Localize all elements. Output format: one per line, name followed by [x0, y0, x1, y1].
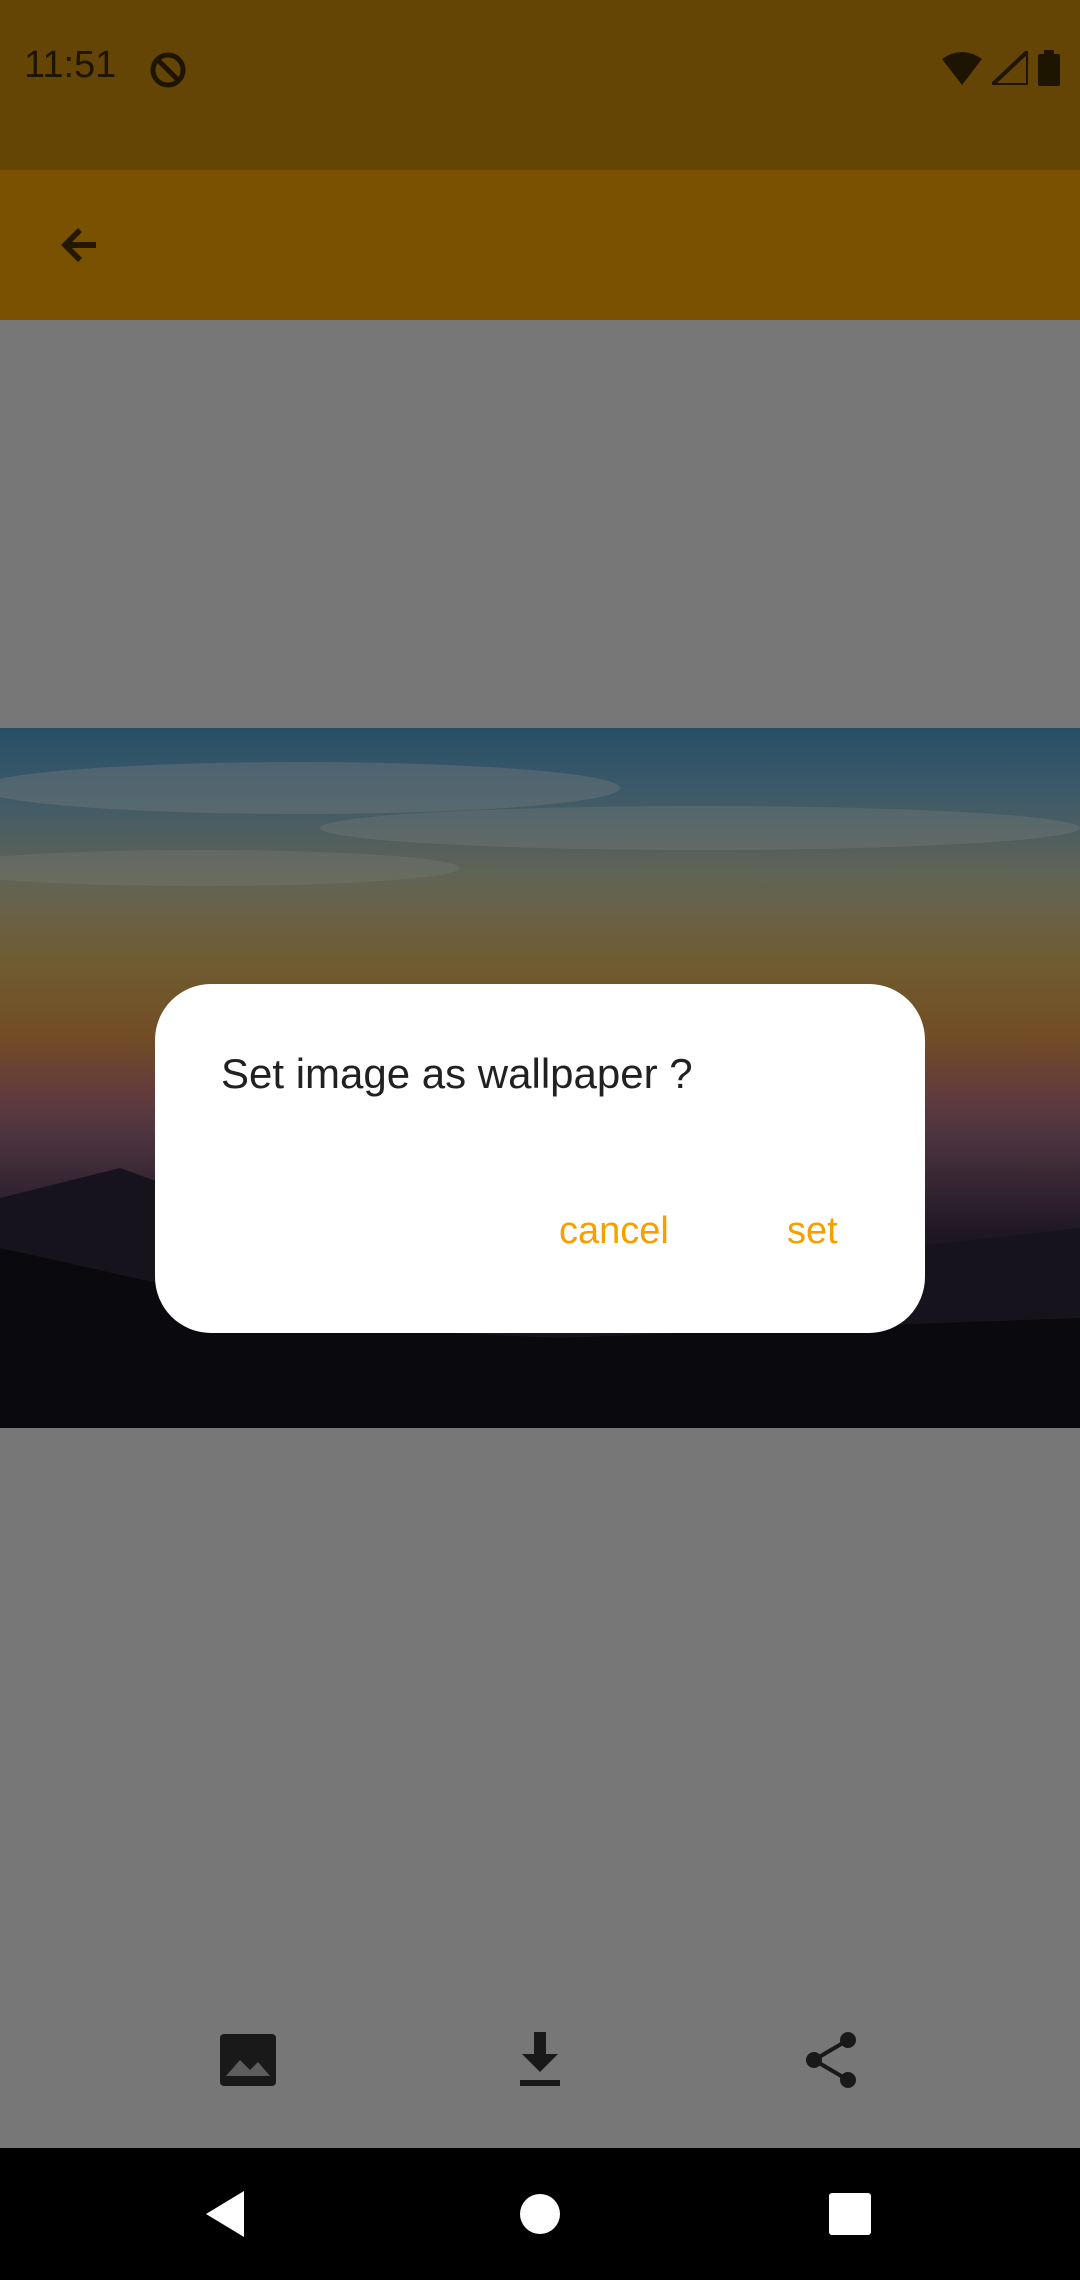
nav-recents-icon — [829, 2193, 871, 2235]
cancel-button[interactable]: cancel — [559, 1210, 669, 1253]
nav-home-button[interactable] — [510, 2184, 570, 2244]
set-button[interactable]: set — [787, 1210, 838, 1253]
system-navigation-bar — [0, 2148, 1080, 2280]
nav-back-icon — [206, 2191, 244, 2237]
nav-home-icon — [520, 2194, 560, 2234]
nav-back-button[interactable] — [196, 2184, 256, 2244]
set-wallpaper-dialog: Set image as wallpaper ? cancel set — [155, 984, 925, 1333]
dialog-title: Set image as wallpaper ? — [221, 1050, 693, 1097]
nav-recents-button[interactable] — [820, 2184, 880, 2244]
